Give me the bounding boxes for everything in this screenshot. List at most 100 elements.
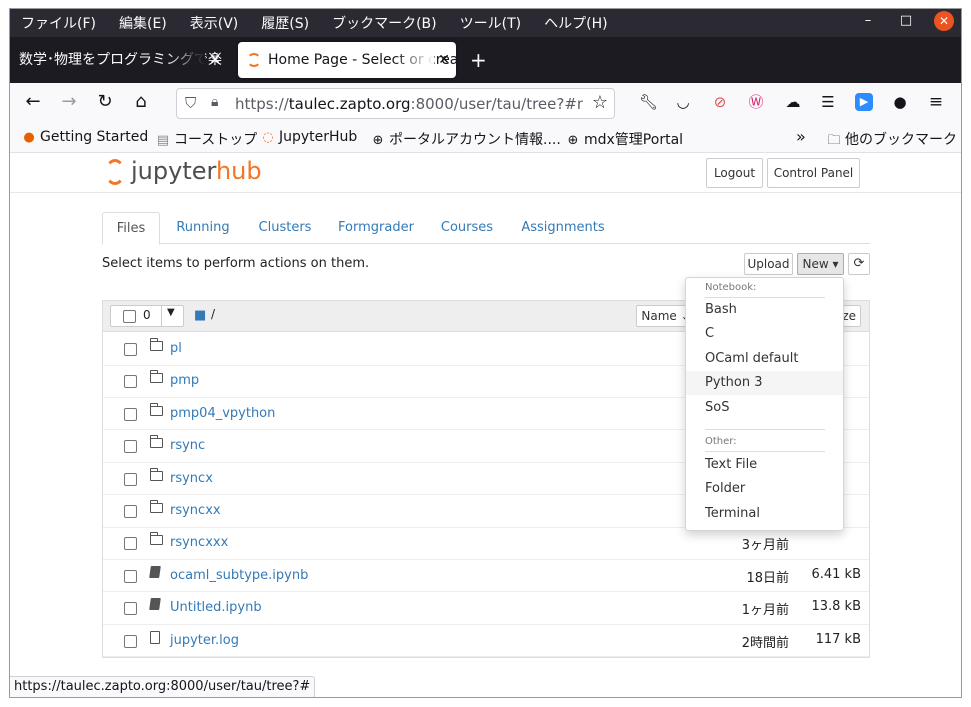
bookmark-jupyterhub[interactable]: ◌ JupyterHub <box>260 129 357 145</box>
menu-bookmarks[interactable]: ブックマーク(B) <box>332 13 437 33</box>
file-name-link[interactable]: pmp <box>170 373 199 388</box>
menu-tools[interactable]: ツール(T) <box>460 13 521 33</box>
maximize-button[interactable]: □ <box>896 11 916 31</box>
cloud-icon[interactable]: ☁ <box>784 93 802 111</box>
tab-close-icon[interactable]: ✕ <box>209 42 221 78</box>
new-tab-button[interactable]: + <box>470 48 487 72</box>
new-terminal[interactable]: Terminal <box>686 502 843 526</box>
row-checkbox[interactable] <box>124 407 137 421</box>
minimize-button[interactable]: – <box>858 11 878 31</box>
select-all-group[interactable]: 0 ▼ <box>110 305 184 327</box>
file-name-link[interactable]: pmp04_vpython <box>170 406 275 421</box>
jupyter-logo-icon <box>105 159 125 185</box>
row-checkbox[interactable] <box>124 569 137 583</box>
bookmark-mdx-portal[interactable]: ⊕ mdx管理Portal <box>565 129 684 149</box>
back-button[interactable]: ← <box>21 91 45 112</box>
new-ocaml-notebook[interactable]: OCaml default <box>686 347 843 371</box>
home-button[interactable]: ⌂ <box>129 91 153 112</box>
file-name-link[interactable]: rsync <box>170 438 205 453</box>
browser-tab-active[interactable]: Home Page - Select or create ✕ <box>238 42 456 78</box>
bookmark-getting-started[interactable]: ● Getting Started <box>21 129 148 145</box>
row-checkbox[interactable] <box>124 440 137 454</box>
row-checkbox[interactable] <box>124 634 137 648</box>
new-python3-notebook[interactable]: Python 3 <box>686 371 843 395</box>
bookmark-course-top[interactable]: ▤ コーストップ <box>155 129 257 149</box>
new-button[interactable]: New ▾ <box>797 253 844 275</box>
selected-count: 0 <box>143 308 151 322</box>
refresh-icon[interactable]: ⟳ <box>848 253 870 275</box>
notebook-icon <box>149 598 161 614</box>
zoom-icon[interactable]: ▶ <box>855 93 873 111</box>
tab-clusters[interactable]: Clusters <box>250 212 320 244</box>
jupyterhub-logo[interactable]: jupyterhub <box>105 157 262 185</box>
file-name-link[interactable]: pl <box>170 341 182 356</box>
file-name-link[interactable]: rsyncxxx <box>170 535 228 550</box>
folder-icon <box>150 467 163 485</box>
hamburger-menu-icon[interactable]: ≡ <box>927 93 945 111</box>
bookmark-star-icon[interactable]: ☆ <box>592 92 608 113</box>
control-panel-button[interactable]: Control Panel <box>767 158 860 188</box>
file-row[interactable]: ocaml_subtype.ipynb 18日前 6.41 kB <box>103 560 869 593</box>
file-name-link[interactable]: jupyter.log <box>170 633 239 648</box>
logout-button[interactable]: Logout <box>706 158 763 188</box>
upload-button[interactable]: Upload <box>744 253 793 275</box>
select-menu-chevron-icon[interactable]: ▼ <box>167 307 175 318</box>
row-checkbox[interactable] <box>124 472 137 486</box>
menu-history[interactable]: 履歴(S) <box>261 13 309 33</box>
jupyter-icon: ◌ <box>262 130 274 145</box>
browser-tab-inactive[interactable]: 数学･物理をプログラミングで楽 ✕ <box>9 42 227 78</box>
bookmarks-overflow-button[interactable]: » <box>796 127 806 146</box>
row-checkbox[interactable] <box>124 375 137 389</box>
breadcrumb[interactable]: / <box>211 307 215 321</box>
file-name-link[interactable]: rsyncx <box>170 471 213 486</box>
new-folder[interactable]: Folder <box>686 477 843 501</box>
row-checkbox[interactable] <box>124 602 137 616</box>
home-folder-icon[interactable]: ■ <box>194 308 206 323</box>
menu-file[interactable]: ファイル(F) <box>21 13 96 33</box>
file-name-link[interactable]: Untitled.ipynb <box>170 600 262 615</box>
new-c-notebook[interactable]: C <box>686 322 843 346</box>
file-row[interactable]: Untitled.ipynb 1ヶ月前 13.8 kB <box>103 592 869 625</box>
url-text[interactable]: https://taulec.zapto.org:8000/user/tau/t… <box>235 95 583 113</box>
new-bash-notebook[interactable]: Bash <box>686 298 843 322</box>
pocket-icon[interactable]: ◡ <box>674 93 692 111</box>
blocker-icon[interactable]: ⊘ <box>711 93 729 111</box>
extension-dots-icon[interactable]: ● <box>891 93 909 111</box>
file-size: 6.41 kB <box>811 566 861 582</box>
folder-icon <box>150 370 163 387</box>
new-text-file[interactable]: Text File <box>686 453 843 477</box>
menu-help[interactable]: ヘルプ(H) <box>544 13 607 33</box>
row-checkbox[interactable] <box>124 537 137 551</box>
new-sos-notebook[interactable]: SoS <box>686 396 843 420</box>
menu-view[interactable]: 表示(V) <box>190 13 239 33</box>
list-icon[interactable]: ☰ <box>819 93 837 111</box>
bookmarks-bar: ● Getting Started ▤ コーストップ ◌ JupyterHub ⊕ ポー… <box>9 123 962 153</box>
reload-button[interactable]: ↻ <box>93 91 117 112</box>
file-row[interactable]: rsyncxxx 3ヶ月前 <box>103 527 869 560</box>
row-checkbox[interactable] <box>124 505 137 518</box>
row-checkbox[interactable] <box>124 343 137 356</box>
folder-icon <box>150 500 163 517</box>
wrench-icon[interactable]: 🔧︎ <box>639 93 658 111</box>
select-all-checkbox[interactable] <box>123 310 136 323</box>
file-row[interactable]: jupyter.log 2時間前 117 kB <box>103 625 869 658</box>
notebook-icon <box>149 565 161 582</box>
bookmark-portal-account[interactable]: ⊕ ポータルアカウント情報.... <box>370 129 561 149</box>
tab-running[interactable]: Running <box>170 212 236 244</box>
tab-formgrader[interactable]: Formgrader <box>334 212 418 244</box>
file-name-link[interactable]: rsyncxx <box>170 503 221 518</box>
tab-files[interactable]: Files <box>102 212 160 245</box>
url-bar[interactable]: ⛉ 🔒︎ https://taulec.zapto.org:8000/user/… <box>176 88 615 119</box>
file-name-link[interactable]: ocaml_subtype.ipynb <box>170 568 308 583</box>
lock-icon[interactable]: 🔒︎ <box>211 94 218 110</box>
tab-close-icon[interactable]: ✕ <box>438 42 450 78</box>
menu-edit[interactable]: 編集(E) <box>119 13 167 33</box>
shield-icon[interactable]: ⛉ <box>185 94 196 112</box>
tab-courses[interactable]: Courses <box>436 212 498 244</box>
forward-button[interactable]: → <box>57 91 81 112</box>
close-window-button[interactable]: ✕ <box>934 11 954 31</box>
tab-assignments[interactable]: Assignments <box>518 212 608 244</box>
new-dropdown-menu: Notebook: Bash C OCaml default Python 3 … <box>685 277 844 531</box>
other-bookmarks[interactable]: 🗀︎ 他のブックマーク <box>826 129 957 153</box>
extension-w-icon[interactable]: Ⓦ <box>747 93 765 111</box>
